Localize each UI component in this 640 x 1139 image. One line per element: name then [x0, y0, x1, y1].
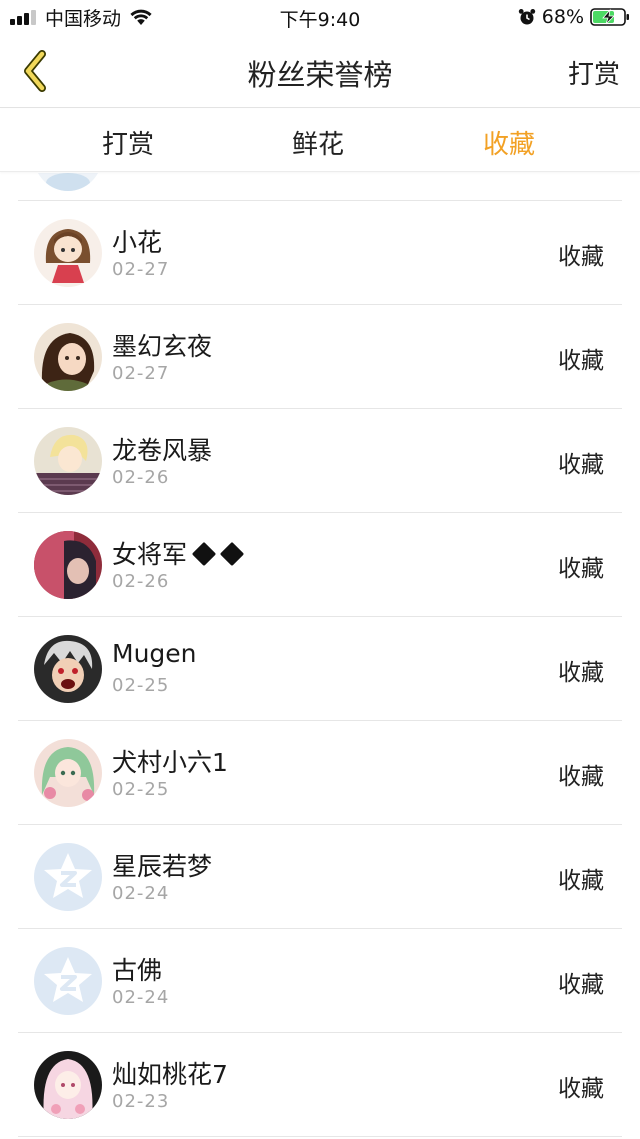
fan-date: 02-24 [112, 987, 170, 1008]
avatar [34, 843, 102, 911]
unknown-glyph-icon [191, 541, 217, 567]
page-title: 粉丝荣誉榜 [247, 58, 393, 92]
default-star-avatar-icon [34, 947, 102, 1015]
fan-action: 收藏 [558, 244, 604, 270]
alarm-icon [518, 9, 535, 25]
list-item[interactable]: 犬村小六1 02-25 收藏 [18, 721, 622, 825]
avatar [34, 1051, 102, 1119]
unknown-glyph-icon [219, 541, 245, 567]
avatar [34, 739, 102, 807]
fan-date: 02-23 [112, 1091, 170, 1112]
fan-action: 收藏 [558, 348, 604, 374]
avatar [34, 427, 102, 495]
fan-date: 02-25 [112, 675, 170, 696]
fan-name: 墨幻玄夜 [112, 332, 213, 361]
list-item[interactable]: 灿如桃花7 02-23 收藏 [18, 1033, 622, 1137]
fan-name: 犬村小六1 [112, 748, 228, 777]
tab-favorites[interactable]: 收藏 [483, 124, 535, 161]
battery-charging-icon [590, 8, 629, 26]
status-bar: 中国移动 下午9:40 68% [0, 0, 640, 36]
battery-percent: 68% [541, 6, 584, 28]
fan-list: 小花 02-27 收藏 墨幻玄夜 02-27 收藏 龙卷风暴 02-26 收藏 … [0, 173, 640, 1137]
list-item[interactable]: 墨幻玄夜 02-27 收藏 [18, 305, 622, 409]
fan-date: 02-27 [112, 363, 170, 384]
fan-name: 龙卷风暴 [112, 436, 213, 465]
fan-action: 收藏 [558, 972, 604, 998]
fan-name: 星辰若梦 [112, 852, 213, 881]
nav-reward-button[interactable]: 打赏 [568, 54, 620, 91]
fan-date: 02-27 [112, 259, 170, 280]
avatar [34, 531, 102, 599]
fan-date: 02-25 [112, 779, 170, 800]
nav-bar: 粉丝荣誉榜 打赏 [0, 36, 640, 108]
fan-name: 古佛 [112, 956, 163, 985]
fan-action: 收藏 [558, 764, 604, 790]
fan-action: 收藏 [558, 868, 604, 894]
default-star-avatar-icon [34, 843, 102, 911]
fan-action: 收藏 [558, 660, 604, 686]
avatar [34, 219, 102, 287]
list-item[interactable]: 女将军 02-26 收藏 [18, 513, 622, 617]
fan-name: 小花 [112, 228, 163, 257]
fan-action: 收藏 [558, 1076, 604, 1102]
list-item[interactable]: Mugen 02-25 收藏 [18, 617, 622, 721]
avatar [34, 173, 102, 191]
fan-date: 02-26 [112, 571, 170, 592]
list-item[interactable]: 星辰若梦 02-24 收藏 [18, 825, 622, 929]
fan-name: 灿如桃花7 [112, 1060, 228, 1089]
fan-name: 女将军 [112, 535, 245, 571]
status-right: 68% [518, 5, 630, 29]
avatar [34, 323, 102, 391]
avatar [34, 947, 102, 1015]
list-item[interactable]: 小花 02-27 收藏 [18, 201, 622, 305]
list-item[interactable]: 古佛 02-24 收藏 [18, 929, 622, 1033]
tab-flowers[interactable]: 鲜花 [292, 124, 344, 161]
fan-name: Mugen [112, 639, 197, 668]
avatar [34, 635, 102, 703]
fan-date: 02-26 [112, 467, 170, 488]
list-item-partial [18, 173, 622, 201]
fan-action: 收藏 [558, 556, 604, 582]
fan-list-viewport[interactable]: 小花 02-27 收藏 墨幻玄夜 02-27 收藏 龙卷风暴 02-26 收藏 … [0, 173, 640, 1139]
fan-action: 收藏 [558, 452, 604, 478]
tab-bar: 打赏 鲜花 收藏 [0, 109, 640, 172]
list-item[interactable]: 龙卷风暴 02-26 收藏 [18, 409, 622, 513]
tab-reward[interactable]: 打赏 [102, 124, 154, 161]
fan-date: 02-24 [112, 883, 170, 904]
